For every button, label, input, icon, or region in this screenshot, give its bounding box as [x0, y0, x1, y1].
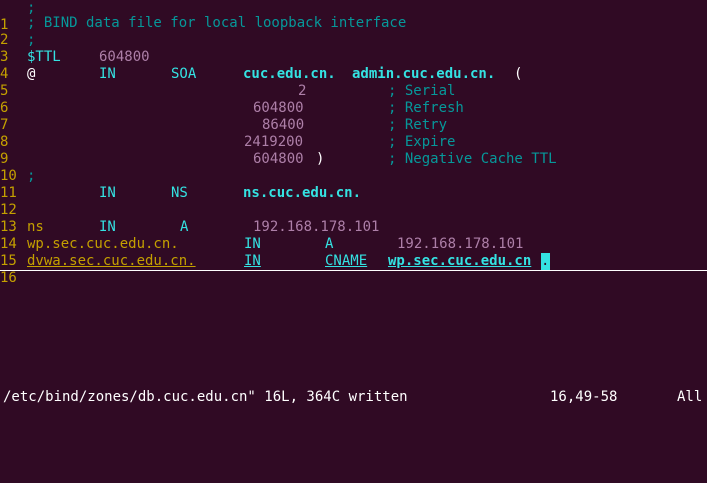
- ip-address: 192.168.178.101: [253, 219, 380, 235]
- status-message: /etc/bind/zones/db.cuc.edu.cn" 16L, 364C…: [3, 389, 408, 405]
- comment: ;: [27, 32, 36, 48]
- ttl-value: 604800: [99, 49, 150, 65]
- editor-line: 6 2 ; Serial: [0, 83, 455, 116]
- record-type: A: [180, 219, 189, 235]
- editor-line: 3 ;: [0, 32, 36, 65]
- editor-line: 13: [0, 202, 34, 235]
- record-name: wp.sec.cuc.edu.cn.: [27, 236, 179, 252]
- editor-line: 12 IN NS ns.cuc.edu.cn.: [0, 185, 361, 218]
- record-type: NS: [171, 185, 188, 201]
- editor-line-current: 16 dvwa.sec.cuc.edu.cn. IN CNAME wp.sec.…: [0, 253, 550, 286]
- vim-status-line: /etc/bind/zones/db.cuc.edu.cn" 16L, 364C…: [0, 388, 707, 407]
- text-cursor: .: [541, 253, 550, 270]
- vim-editor[interactable]: 1 ; 2 ; BIND data file for local loopbac…: [0, 0, 707, 409]
- comment: ; Refresh: [388, 100, 464, 116]
- editor-line: 4 $TTL 604800: [0, 49, 150, 82]
- editor-line: 15 wp.sec.cuc.edu.cn. IN A 192.168.178.1…: [0, 236, 523, 269]
- record-name: ns: [27, 219, 44, 235]
- scroll-indicator: All: [677, 389, 703, 405]
- origin-symbol: @: [27, 66, 36, 82]
- cursorline-underline: [0, 270, 707, 271]
- comment: ; BIND data file for local loopback inte…: [27, 15, 407, 31]
- soa-value: 2419200: [244, 134, 304, 150]
- editor-line: 9 2419200 ; Expire: [0, 134, 455, 167]
- open-paren: (: [514, 66, 523, 82]
- ip-address: 192.168.178.101: [397, 236, 524, 252]
- editor-line: 11 ;: [0, 168, 36, 201]
- ns-target: ns.cuc.edu.cn.: [243, 185, 362, 201]
- editor-line: 10 604800 ) ; Negative Cache TTL: [0, 151, 557, 184]
- record-class: IN: [244, 253, 261, 269]
- comment: ; Serial: [388, 83, 456, 99]
- record-type: A: [325, 236, 334, 252]
- comment: ; Expire: [388, 134, 456, 150]
- comment: ; Negative Cache TTL: [388, 151, 557, 167]
- editor-line: 2 ; BIND data file for local loopback in…: [0, 15, 406, 48]
- soa-value: 86400: [262, 117, 305, 133]
- record-name: dvwa.sec.cuc.edu.cn.: [27, 253, 196, 269]
- editor-line: 7 604800 ; Refresh: [0, 100, 464, 133]
- record-class: IN: [99, 219, 116, 235]
- record-class: IN: [99, 185, 116, 201]
- record-class: IN: [244, 236, 261, 252]
- comment: ; Retry: [388, 117, 448, 133]
- record-class: IN: [99, 66, 116, 82]
- primary-ns: cuc.edu.cn.: [243, 66, 336, 82]
- editor-line: 5 @ IN SOA cuc.edu.cn. admin.cuc.edu.cn.…: [0, 66, 522, 99]
- line-number: 16: [0, 270, 17, 286]
- soa-value: 2: [298, 83, 307, 99]
- cursor-position: 16,49-58: [550, 389, 618, 405]
- editor-line: 8 86400 ; Retry: [0, 117, 447, 150]
- soa-value: 604800: [253, 100, 304, 116]
- ttl-keyword: $TTL: [27, 49, 61, 65]
- comment: ;: [27, 168, 36, 184]
- editor-line: 14 ns IN A 192.168.178.101: [0, 219, 379, 252]
- admin-email: admin.cuc.edu.cn.: [352, 66, 496, 82]
- record-type: SOA: [171, 66, 197, 82]
- cname-target: wp.sec.cuc.edu.cn: [388, 253, 532, 269]
- close-paren: ): [316, 151, 325, 167]
- soa-value: 604800: [253, 151, 304, 167]
- record-type: CNAME: [325, 253, 368, 269]
